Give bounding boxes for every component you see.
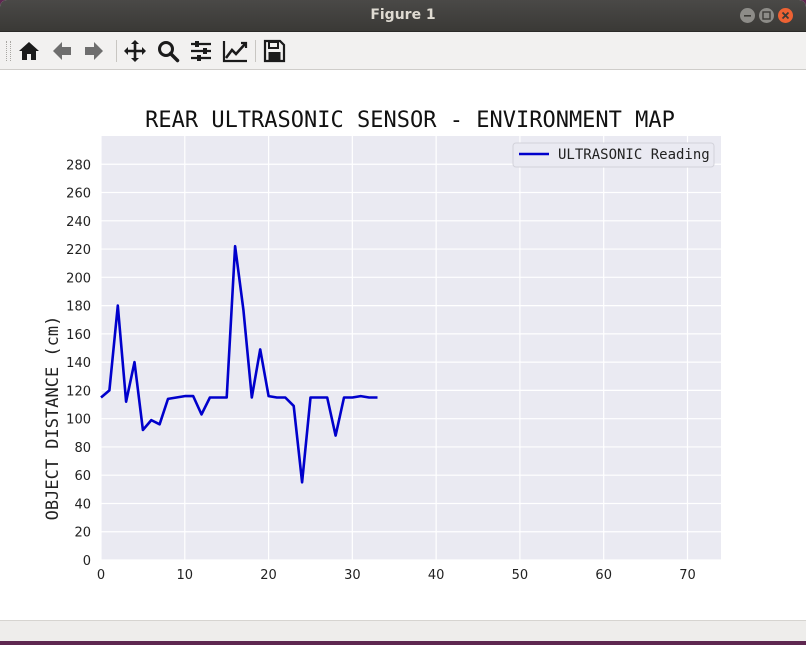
back-arrow-icon [53, 42, 71, 60]
save-button[interactable] [260, 37, 288, 65]
y-tick-label: 220 [66, 243, 91, 258]
y-tick-label: 40 [74, 497, 91, 512]
back-button[interactable] [48, 37, 76, 65]
x-tick-label: 30 [344, 568, 361, 583]
minimize-button[interactable] [740, 8, 755, 23]
x-tick-label: 20 [260, 568, 277, 583]
y-tick-label: 260 [66, 187, 91, 202]
x-tick-label: 0 [97, 568, 105, 583]
close-icon [781, 11, 790, 20]
y-tick-label: 80 [74, 441, 91, 456]
toolbar-separator [116, 40, 117, 62]
x-tick-label: 40 [428, 568, 445, 583]
y-tick-label: 120 [66, 384, 91, 399]
x-tick-label: 50 [512, 568, 529, 583]
x-tick-label: 10 [177, 568, 194, 583]
figure-window: Figure 1 0 10 20 30 40 50 60 70 0 20 40 … [0, 0, 806, 641]
y-tick-label: 140 [66, 356, 91, 371]
x-tick-labels: 0 10 20 30 40 50 60 70 [97, 568, 696, 583]
x-tick-label: 60 [595, 568, 612, 583]
y-axis-label: OBJECT DISTANCE (cm) [43, 316, 63, 521]
forward-button[interactable] [80, 37, 108, 65]
figure-canvas[interactable]: 0 10 20 30 40 50 60 70 0 20 40 60 80 100 120 140 160 180… [0, 70, 806, 620]
save-icon [263, 39, 286, 63]
edit-axis-icon [222, 41, 248, 63]
pan-button[interactable] [121, 37, 149, 65]
configure-subplots-button[interactable] [187, 37, 215, 65]
configure-subplots-icon [191, 41, 211, 61]
legend-label: ULTRASONIC Reading [558, 147, 710, 163]
forward-arrow-icon [85, 42, 103, 60]
close-button[interactable] [778, 8, 793, 23]
window-title: Figure 1 [370, 7, 436, 23]
line-chart: 0 10 20 30 40 50 60 70 0 20 40 60 80 100 120 140 160 180… [43, 108, 721, 583]
maximize-icon [762, 11, 771, 20]
toolbar-grip[interactable] [6, 41, 11, 61]
y-tick-label: 0 [83, 554, 91, 569]
y-tick-label: 160 [66, 328, 91, 343]
pan-icon [124, 40, 146, 62]
title-bar[interactable]: Figure 1 [0, 0, 806, 32]
edit-axis-button[interactable] [220, 37, 248, 65]
y-tick-label: 60 [74, 469, 91, 484]
chart-title: REAR ULTRASONIC SENSOR - ENVIRONMENT MAP [145, 108, 675, 133]
y-tick-label: 180 [66, 300, 91, 315]
plot-area [101, 136, 721, 560]
zoom-icon [158, 41, 180, 63]
status-bar [0, 620, 806, 641]
y-tick-label: 20 [74, 526, 91, 541]
home-icon [19, 42, 39, 60]
y-tick-label: 280 [66, 158, 91, 173]
x-tick-label: 70 [679, 568, 696, 583]
navigation-toolbar [0, 32, 806, 70]
y-tick-label: 240 [66, 215, 91, 230]
minimize-icon [744, 15, 751, 17]
toolbar-separator [255, 40, 256, 62]
zoom-button[interactable] [154, 37, 182, 65]
y-tick-label: 100 [66, 413, 91, 428]
home-button[interactable] [15, 37, 43, 65]
legend: ULTRASONIC Reading [512, 142, 715, 168]
y-tick-label: 200 [66, 271, 91, 286]
maximize-button[interactable] [759, 8, 774, 23]
y-tick-labels: 0 20 40 60 80 100 120 140 160 180 200 220 240 260 280 [66, 158, 91, 569]
desktop-background [0, 641, 806, 645]
